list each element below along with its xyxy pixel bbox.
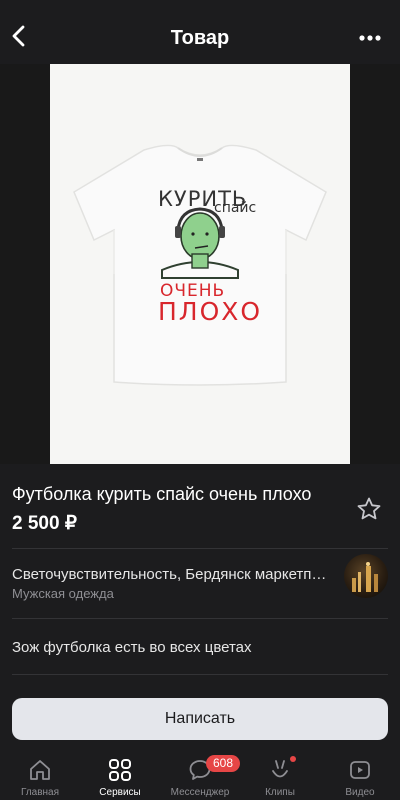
clips-icon <box>272 760 288 778</box>
tab-label: Главная <box>20 787 60 798</box>
home-icon <box>30 760 50 780</box>
product-photo[interactable]: КУРИТЬ спайс ОЧЕНЬ ПЛОХО <box>50 64 350 464</box>
tab-video[interactable]: Видео <box>320 750 400 800</box>
bottom-tab-bar: Главная Сервисы 608 Мессенджер Клипы Вид… <box>0 750 400 800</box>
seller-row[interactable]: Светочувствительность, Бердянск маркетпл… <box>0 554 400 618</box>
tab-messenger[interactable]: 608 Мессенджер <box>160 750 240 800</box>
page-title: Товар <box>170 27 230 49</box>
tab-label: Сервисы <box>99 787 141 798</box>
more-horizontal-icon[interactable] <box>358 28 382 48</box>
product-description: Зож футболка есть во всех цветах <box>12 639 252 656</box>
tab-label: Мессенджер <box>170 787 230 798</box>
unread-badge: 608 <box>206 755 240 772</box>
product-gallery[interactable]: КУРИТЬ спайс ОЧЕНЬ ПЛОХО <box>0 64 400 464</box>
avatar-image <box>352 562 378 592</box>
services-grid-icon <box>109 759 131 781</box>
seller-category: Мужская одежда <box>12 586 114 601</box>
seller-avatar[interactable] <box>344 554 388 598</box>
tab-label: Клипы <box>265 787 295 798</box>
tab-services[interactable]: Сервисы <box>80 750 160 800</box>
top-bar: Товар <box>0 0 400 64</box>
write-button[interactable]: Написать <box>12 698 388 740</box>
tab-clips[interactable]: Клипы <box>240 750 320 800</box>
product-price: 2 500 ₽ <box>12 513 77 534</box>
tab-label: Видео <box>345 787 375 798</box>
print-text-bottom-2: ПЛОХО <box>158 297 262 326</box>
print-text-top-2: спайс <box>214 200 256 216</box>
seller-name: Светочувствительность, Бердянск маркетпл… <box>12 566 334 583</box>
video-icon <box>350 761 370 779</box>
tshirt-illustration: КУРИТЬ спайс ОЧЕНЬ ПЛОХО <box>73 144 327 386</box>
new-dot <box>290 756 296 762</box>
tab-home[interactable]: Главная <box>0 750 80 800</box>
divider <box>12 674 388 675</box>
divider <box>12 548 388 549</box>
product-title: Футболка курить спайс очень плохо <box>12 484 312 504</box>
star-outline-icon[interactable] <box>356 496 382 522</box>
divider <box>12 618 388 619</box>
